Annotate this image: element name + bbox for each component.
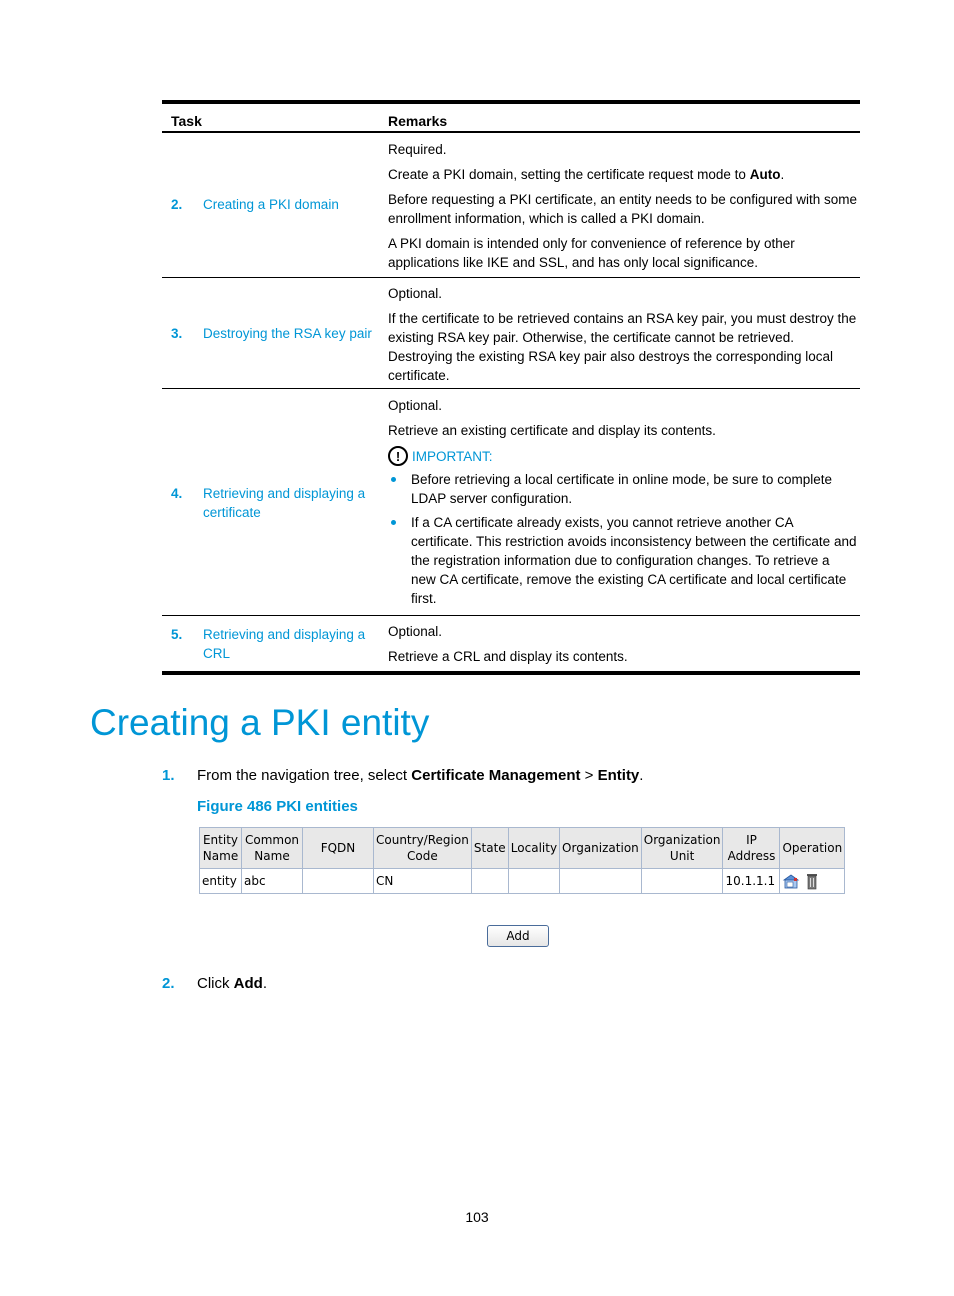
- table-row: 3. Destroying the RSA key pair Optional.…: [162, 278, 860, 389]
- important-icon: !: [388, 446, 408, 466]
- task-number: 5.: [171, 627, 183, 642]
- bold-add: Add: [233, 975, 263, 992]
- cell-org-unit: [640, 868, 724, 894]
- step-number: 1.: [162, 767, 175, 784]
- table-row: 5. Retrieving and displaying a CRL Optio…: [162, 616, 860, 675]
- step-number: 2.: [162, 975, 175, 992]
- remarks-cell: Optional. If the certificate to be retri…: [388, 284, 858, 391]
- col-entity-name: Entity Name: [199, 827, 242, 869]
- col-state: State: [470, 827, 509, 869]
- menu-entity: Entity: [597, 767, 640, 784]
- bullet-item: Before retrieving a local certificate in…: [388, 470, 858, 508]
- remark-text: If the certificate to be retrieved conta…: [388, 311, 857, 383]
- col-operation: Operation: [779, 827, 846, 869]
- step-2: 2. Click Add.: [162, 975, 462, 995]
- menu-certificate-management: Certificate Management: [411, 767, 581, 784]
- pki-entities-table: Entity Name Common Name FQDN Country/Reg…: [199, 827, 846, 894]
- cell-fqdn: [302, 868, 374, 894]
- important-label: IMPORTANT:: [412, 448, 493, 464]
- header-remarks: Remarks: [388, 113, 448, 129]
- add-button[interactable]: Add: [487, 925, 549, 947]
- cell-country: CN: [373, 868, 472, 894]
- task-table: Task Remarks 2. Creating a PKI domain Re…: [162, 100, 860, 675]
- remark-text: Retrieve an existing certificate and dis…: [388, 423, 716, 438]
- entity-table-header: Entity Name Common Name FQDN Country/Reg…: [199, 827, 846, 869]
- col-org-unit: Organization Unit: [640, 827, 724, 869]
- col-organization: Organization: [559, 827, 642, 869]
- task-number: 4.: [171, 486, 183, 501]
- remarks-cell: Optional. Retrieve an existing certifica…: [388, 396, 858, 613]
- remark-text: Optional.: [388, 286, 443, 301]
- table-row: entity abc CN 10.1.1.1: [199, 868, 846, 894]
- delete-icon[interactable]: [806, 872, 818, 890]
- figure-caption: Figure 486 PKI entities: [197, 798, 358, 815]
- col-country-code: Country/Region Code: [373, 827, 472, 869]
- remark-text: Optional.: [388, 624, 443, 639]
- remark-text: Create a PKI domain, setting the certifi…: [388, 167, 785, 182]
- col-fqdn: FQDN: [302, 827, 374, 869]
- step-1: 1. From the navigation tree, select Cert…: [162, 767, 862, 787]
- cell-common-name: abc: [241, 868, 303, 894]
- bold-term: Auto: [749, 167, 781, 182]
- cell-locality: [507, 868, 561, 894]
- step-text: Click Add.: [197, 975, 268, 992]
- remark-text: Required.: [388, 142, 447, 157]
- remarks-cell: Required. Create a PKI domain, setting t…: [388, 140, 858, 278]
- section-title: Creating a PKI entity: [90, 702, 430, 743]
- task-link-creating-pki-domain[interactable]: Creating a PKI domain: [203, 195, 378, 214]
- remark-text: Before requesting a PKI certificate, an …: [388, 192, 858, 226]
- table-row: 2. Creating a PKI domain Required. Creat…: [162, 133, 860, 278]
- table-header-row: Task Remarks: [162, 104, 860, 133]
- edit-icon[interactable]: [782, 872, 800, 890]
- table-row: 4. Retrieving and displaying a certifica…: [162, 389, 860, 616]
- col-locality: Locality: [507, 827, 561, 869]
- cell-entity-name: entity: [199, 868, 242, 894]
- remark-text: Optional.: [388, 398, 443, 413]
- remark-text: Retrieve a CRL and display its contents.: [388, 649, 628, 664]
- important-notice: ! IMPORTANT:: [388, 446, 858, 466]
- cell-state: [470, 868, 509, 894]
- task-link-destroying-rsa[interactable]: Destroying the RSA key pair: [203, 324, 383, 343]
- step-text: From the navigation tree, select Certifi…: [197, 767, 644, 784]
- cell-operation: [779, 868, 846, 894]
- task-link-retrieving-certificate[interactable]: Retrieving and displaying a certificate: [203, 484, 378, 522]
- remarks-cell: Optional. Retrieve a CRL and display its…: [388, 622, 858, 672]
- cell-organization: [559, 868, 642, 894]
- col-ip-address: IP Address: [722, 827, 781, 869]
- page-number: 103: [465, 1209, 489, 1225]
- task-link-retrieving-crl[interactable]: Retrieving and displaying a CRL: [203, 625, 378, 663]
- task-number: 2.: [171, 197, 183, 212]
- remark-text: A PKI domain is intended only for conven…: [388, 236, 795, 270]
- cell-ip: 10.1.1.1: [722, 868, 781, 894]
- task-number: 3.: [171, 326, 183, 341]
- header-task: Task: [171, 113, 202, 129]
- col-common-name: Common Name: [241, 827, 303, 869]
- bullet-item: If a CA certificate already exists, you …: [388, 513, 858, 608]
